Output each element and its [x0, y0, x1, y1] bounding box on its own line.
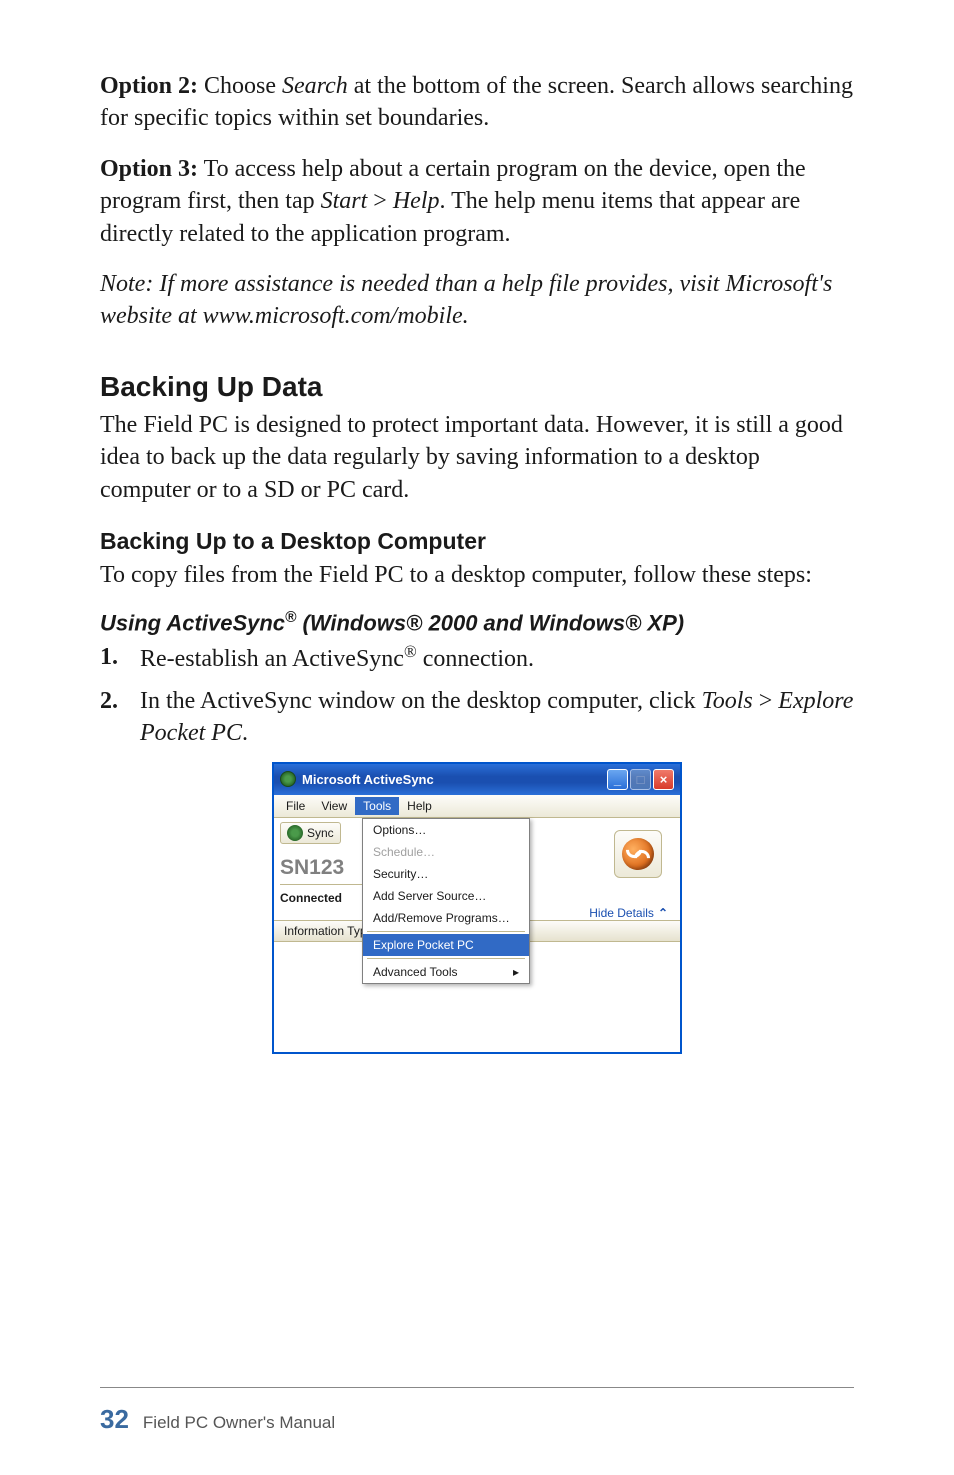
- minimize-button[interactable]: _: [607, 769, 628, 790]
- menu-separator: [367, 958, 525, 959]
- option-3-paragraph: Option 3: To access help about a certain…: [100, 153, 854, 250]
- device-name: SN123: [280, 856, 362, 885]
- steps-list: 1. Re-establish an ActiveSync® connectio…: [100, 641, 854, 750]
- activesync-window: Microsoft ActiveSync _ □ × File View Too…: [272, 762, 682, 1054]
- connection-status: Connected: [280, 891, 362, 905]
- desktop-intro: To copy files from the Field PC to a des…: [100, 559, 854, 591]
- activesync-logo: [614, 830, 662, 878]
- activesync-logo-icon: [622, 838, 654, 870]
- menu-separator: [367, 931, 525, 932]
- option-3-label: Option 3:: [100, 156, 198, 182]
- page-number: 32: [100, 1404, 129, 1435]
- window-title: Microsoft ActiveSync: [302, 772, 434, 787]
- sync-button[interactable]: Sync: [280, 822, 341, 844]
- chevron-up-icon: ⌃: [658, 906, 666, 920]
- menu-tools[interactable]: Tools: [355, 797, 399, 815]
- menu-explore[interactable]: Explore Pocket PC: [363, 934, 529, 956]
- option-2-paragraph: Option 2: Choose Search at the bottom of…: [100, 70, 854, 135]
- step-2: 2. In the ActiveSync window on the deskt…: [100, 685, 854, 750]
- menu-advanced[interactable]: Advanced Tools ▸: [363, 961, 529, 983]
- maximize-button[interactable]: □: [630, 769, 651, 790]
- titlebar: Microsoft ActiveSync _ □ ×: [274, 764, 680, 795]
- menu-help[interactable]: Help: [399, 797, 440, 815]
- submenu-arrow-icon: ▸: [513, 965, 519, 979]
- menu-view[interactable]: View: [313, 797, 355, 815]
- desktop-heading: Backing Up to a Desktop Computer: [100, 528, 854, 555]
- note-paragraph: Note: If more assistance is needed than …: [100, 268, 854, 333]
- activesync-heading: Using ActiveSync® (Windows® 2000 and Win…: [100, 609, 854, 636]
- step-1: 1. Re-establish an ActiveSync® connectio…: [100, 641, 854, 675]
- app-icon: [280, 771, 296, 787]
- page-footer: 32 Field PC Owner's Manual: [100, 1387, 854, 1435]
- menubar: File View Tools Help: [274, 795, 680, 818]
- footer-text: Field PC Owner's Manual: [143, 1413, 335, 1433]
- backing-up-heading: Backing Up Data: [100, 371, 854, 403]
- close-button[interactable]: ×: [653, 769, 674, 790]
- sync-icon: [287, 825, 303, 841]
- backing-up-intro: The Field PC is designed to protect impo…: [100, 409, 854, 506]
- hide-details-link[interactable]: Hide Details ⌃: [589, 906, 666, 920]
- menu-file[interactable]: File: [278, 797, 313, 815]
- option-2-label: Option 2:: [100, 73, 198, 99]
